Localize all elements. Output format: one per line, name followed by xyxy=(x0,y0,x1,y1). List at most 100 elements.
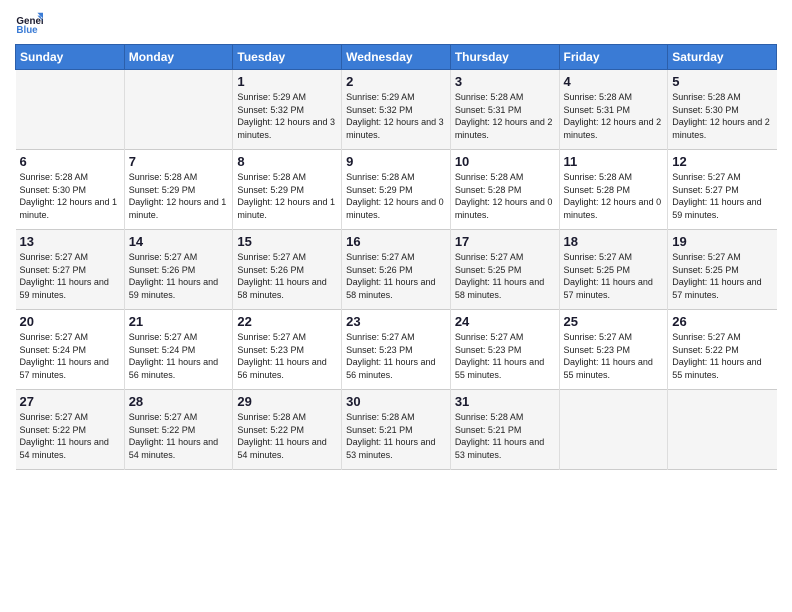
day-info: Sunrise: 5:27 AM Sunset: 5:26 PM Dayligh… xyxy=(346,251,446,301)
day-info: Sunrise: 5:27 AM Sunset: 5:23 PM Dayligh… xyxy=(455,331,555,381)
day-info: Sunrise: 5:27 AM Sunset: 5:25 PM Dayligh… xyxy=(672,251,772,301)
calendar-cell: 9 Sunrise: 5:28 AM Sunset: 5:29 PM Daylig… xyxy=(342,150,451,230)
calendar-cell: 24 Sunrise: 5:27 AM Sunset: 5:23 PM Dayli… xyxy=(450,310,559,390)
calendar-cell: 31Sunrise: 5:28 AM Sunset: 5:21 PM Dayli… xyxy=(450,390,559,470)
calendar-cell: 18Sunrise: 5:27 AM Sunset: 5:25 PM Dayli… xyxy=(559,230,668,310)
page-header: General Blue xyxy=(15,10,777,38)
day-info: Sunrise: 5:28 AM Sunset: 5:29 PM Dayligh… xyxy=(129,171,229,221)
day-number: 28 xyxy=(129,394,229,409)
day-info: Sunrise: 5:27 AM Sunset: 5:26 PM Dayligh… xyxy=(237,251,337,301)
calendar-cell: 6 Sunrise: 5:28 AM Sunset: 5:30 PM Daylig… xyxy=(16,150,125,230)
day-number: 30 xyxy=(346,394,446,409)
day-number: 12 xyxy=(672,154,772,169)
day-number: 25 xyxy=(564,314,664,329)
day-info: Sunrise: 5:28 AM Sunset: 5:22 PM Dayligh… xyxy=(237,411,337,461)
calendar-cell: 1 Sunrise: 5:29 AM Sunset: 5:32 PM Daylig… xyxy=(233,70,342,150)
day-info: Sunrise: 5:27 AM Sunset: 5:25 PM Dayligh… xyxy=(455,251,555,301)
day-info: Sunrise: 5:28 AM Sunset: 5:30 PM Dayligh… xyxy=(20,171,120,221)
calendar-cell: 3 Sunrise: 5:28 AM Sunset: 5:31 PM Daylig… xyxy=(450,70,559,150)
day-number: 20 xyxy=(20,314,120,329)
calendar-cell: 14 Sunrise: 5:27 AM Sunset: 5:26 PM Dayli… xyxy=(124,230,233,310)
day-info: Sunrise: 5:28 AM Sunset: 5:30 PM Dayligh… xyxy=(672,91,772,141)
day-info: Sunrise: 5:28 AM Sunset: 5:29 PM Dayligh… xyxy=(346,171,446,221)
day-info: Sunrise: 5:28 AM Sunset: 5:31 PM Dayligh… xyxy=(564,91,664,141)
day-number: 3 xyxy=(455,74,555,89)
calendar-table: SundayMondayTuesdayWednesdayThursdayFrid… xyxy=(15,44,777,470)
day-number: 24 xyxy=(455,314,555,329)
weekday-header: Sunday xyxy=(16,45,125,70)
calendar-cell xyxy=(668,390,777,470)
day-info: Sunrise: 5:29 AM Sunset: 5:32 PM Dayligh… xyxy=(237,91,337,141)
calendar-cell xyxy=(16,70,125,150)
calendar-cell: 2Sunrise: 5:29 AM Sunset: 5:32 PM Daylig… xyxy=(342,70,451,150)
day-info: Sunrise: 5:27 AM Sunset: 5:22 PM Dayligh… xyxy=(672,331,772,381)
day-info: Sunrise: 5:27 AM Sunset: 5:22 PM Dayligh… xyxy=(20,411,120,461)
logo: General Blue xyxy=(15,10,47,38)
calendar-week-row: 1 Sunrise: 5:29 AM Sunset: 5:32 PM Daylig… xyxy=(16,70,777,150)
calendar-cell: 29 Sunrise: 5:28 AM Sunset: 5:22 PM Dayli… xyxy=(233,390,342,470)
day-info: Sunrise: 5:28 AM Sunset: 5:21 PM Dayligh… xyxy=(346,411,446,461)
day-number: 6 xyxy=(20,154,120,169)
logo-icon: General Blue xyxy=(15,10,43,38)
day-number: 16 xyxy=(346,234,446,249)
calendar-cell: 5Sunrise: 5:28 AM Sunset: 5:30 PM Daylig… xyxy=(668,70,777,150)
day-number: 17 xyxy=(455,234,555,249)
day-info: Sunrise: 5:27 AM Sunset: 5:24 PM Dayligh… xyxy=(129,331,229,381)
calendar-cell: 12Sunrise: 5:27 AM Sunset: 5:27 PM Dayli… xyxy=(668,150,777,230)
calendar-cell: 8Sunrise: 5:28 AM Sunset: 5:29 PM Daylig… xyxy=(233,150,342,230)
day-info: Sunrise: 5:27 AM Sunset: 5:23 PM Dayligh… xyxy=(237,331,337,381)
calendar-week-row: 6 Sunrise: 5:28 AM Sunset: 5:30 PM Daylig… xyxy=(16,150,777,230)
calendar-cell: 23 Sunrise: 5:27 AM Sunset: 5:23 PM Dayli… xyxy=(342,310,451,390)
calendar-cell: 4 Sunrise: 5:28 AM Sunset: 5:31 PM Daylig… xyxy=(559,70,668,150)
calendar-cell: 11 Sunrise: 5:28 AM Sunset: 5:28 PM Dayli… xyxy=(559,150,668,230)
weekday-header: Friday xyxy=(559,45,668,70)
day-info: Sunrise: 5:28 AM Sunset: 5:31 PM Dayligh… xyxy=(455,91,555,141)
day-info: Sunrise: 5:29 AM Sunset: 5:32 PM Dayligh… xyxy=(346,91,446,141)
calendar-cell: 10 Sunrise: 5:28 AM Sunset: 5:28 PM Dayli… xyxy=(450,150,559,230)
calendar-cell: 7 Sunrise: 5:28 AM Sunset: 5:29 PM Daylig… xyxy=(124,150,233,230)
calendar-header: SundayMondayTuesdayWednesdayThursdayFrid… xyxy=(16,45,777,70)
calendar-cell: 19 Sunrise: 5:27 AM Sunset: 5:25 PM Dayli… xyxy=(668,230,777,310)
day-number: 11 xyxy=(564,154,664,169)
calendar-week-row: 20 Sunrise: 5:27 AM Sunset: 5:24 PM Dayli… xyxy=(16,310,777,390)
day-number: 26 xyxy=(672,314,772,329)
day-info: Sunrise: 5:27 AM Sunset: 5:26 PM Dayligh… xyxy=(129,251,229,301)
day-info: Sunrise: 5:27 AM Sunset: 5:23 PM Dayligh… xyxy=(564,331,664,381)
day-number: 18 xyxy=(564,234,664,249)
calendar-cell: 20Sunrise: 5:27 AM Sunset: 5:24 PM Dayli… xyxy=(16,310,125,390)
calendar-cell: 28 Sunrise: 5:27 AM Sunset: 5:22 PM Dayli… xyxy=(124,390,233,470)
day-info: Sunrise: 5:28 AM Sunset: 5:28 PM Dayligh… xyxy=(564,171,664,221)
weekday-header: Tuesday xyxy=(233,45,342,70)
weekday-header: Thursday xyxy=(450,45,559,70)
day-number: 14 xyxy=(129,234,229,249)
weekday-header: Monday xyxy=(124,45,233,70)
day-number: 19 xyxy=(672,234,772,249)
day-number: 21 xyxy=(129,314,229,329)
day-number: 1 xyxy=(237,74,337,89)
day-number: 4 xyxy=(564,74,664,89)
day-info: Sunrise: 5:28 AM Sunset: 5:21 PM Dayligh… xyxy=(455,411,555,461)
day-number: 9 xyxy=(346,154,446,169)
day-number: 23 xyxy=(346,314,446,329)
day-info: Sunrise: 5:28 AM Sunset: 5:28 PM Dayligh… xyxy=(455,171,555,221)
day-number: 15 xyxy=(237,234,337,249)
day-number: 29 xyxy=(237,394,337,409)
calendar-cell: 25 Sunrise: 5:27 AM Sunset: 5:23 PM Dayli… xyxy=(559,310,668,390)
day-info: Sunrise: 5:27 AM Sunset: 5:23 PM Dayligh… xyxy=(346,331,446,381)
calendar-week-row: 27 Sunrise: 5:27 AM Sunset: 5:22 PM Dayli… xyxy=(16,390,777,470)
calendar-week-row: 13Sunrise: 5:27 AM Sunset: 5:27 PM Dayli… xyxy=(16,230,777,310)
calendar-cell xyxy=(559,390,668,470)
calendar-cell: 17 Sunrise: 5:27 AM Sunset: 5:25 PM Dayli… xyxy=(450,230,559,310)
calendar-cell: 27 Sunrise: 5:27 AM Sunset: 5:22 PM Dayli… xyxy=(16,390,125,470)
day-number: 7 xyxy=(129,154,229,169)
day-number: 10 xyxy=(455,154,555,169)
calendar-cell: 22Sunrise: 5:27 AM Sunset: 5:23 PM Dayli… xyxy=(233,310,342,390)
day-info: Sunrise: 5:28 AM Sunset: 5:29 PM Dayligh… xyxy=(237,171,337,221)
weekday-header: Wednesday xyxy=(342,45,451,70)
day-info: Sunrise: 5:27 AM Sunset: 5:22 PM Dayligh… xyxy=(129,411,229,461)
calendar-cell: 21 Sunrise: 5:27 AM Sunset: 5:24 PM Dayli… xyxy=(124,310,233,390)
day-number: 27 xyxy=(20,394,120,409)
weekday-header: Saturday xyxy=(668,45,777,70)
calendar-cell: 16 Sunrise: 5:27 AM Sunset: 5:26 PM Dayli… xyxy=(342,230,451,310)
day-info: Sunrise: 5:27 AM Sunset: 5:27 PM Dayligh… xyxy=(20,251,120,301)
